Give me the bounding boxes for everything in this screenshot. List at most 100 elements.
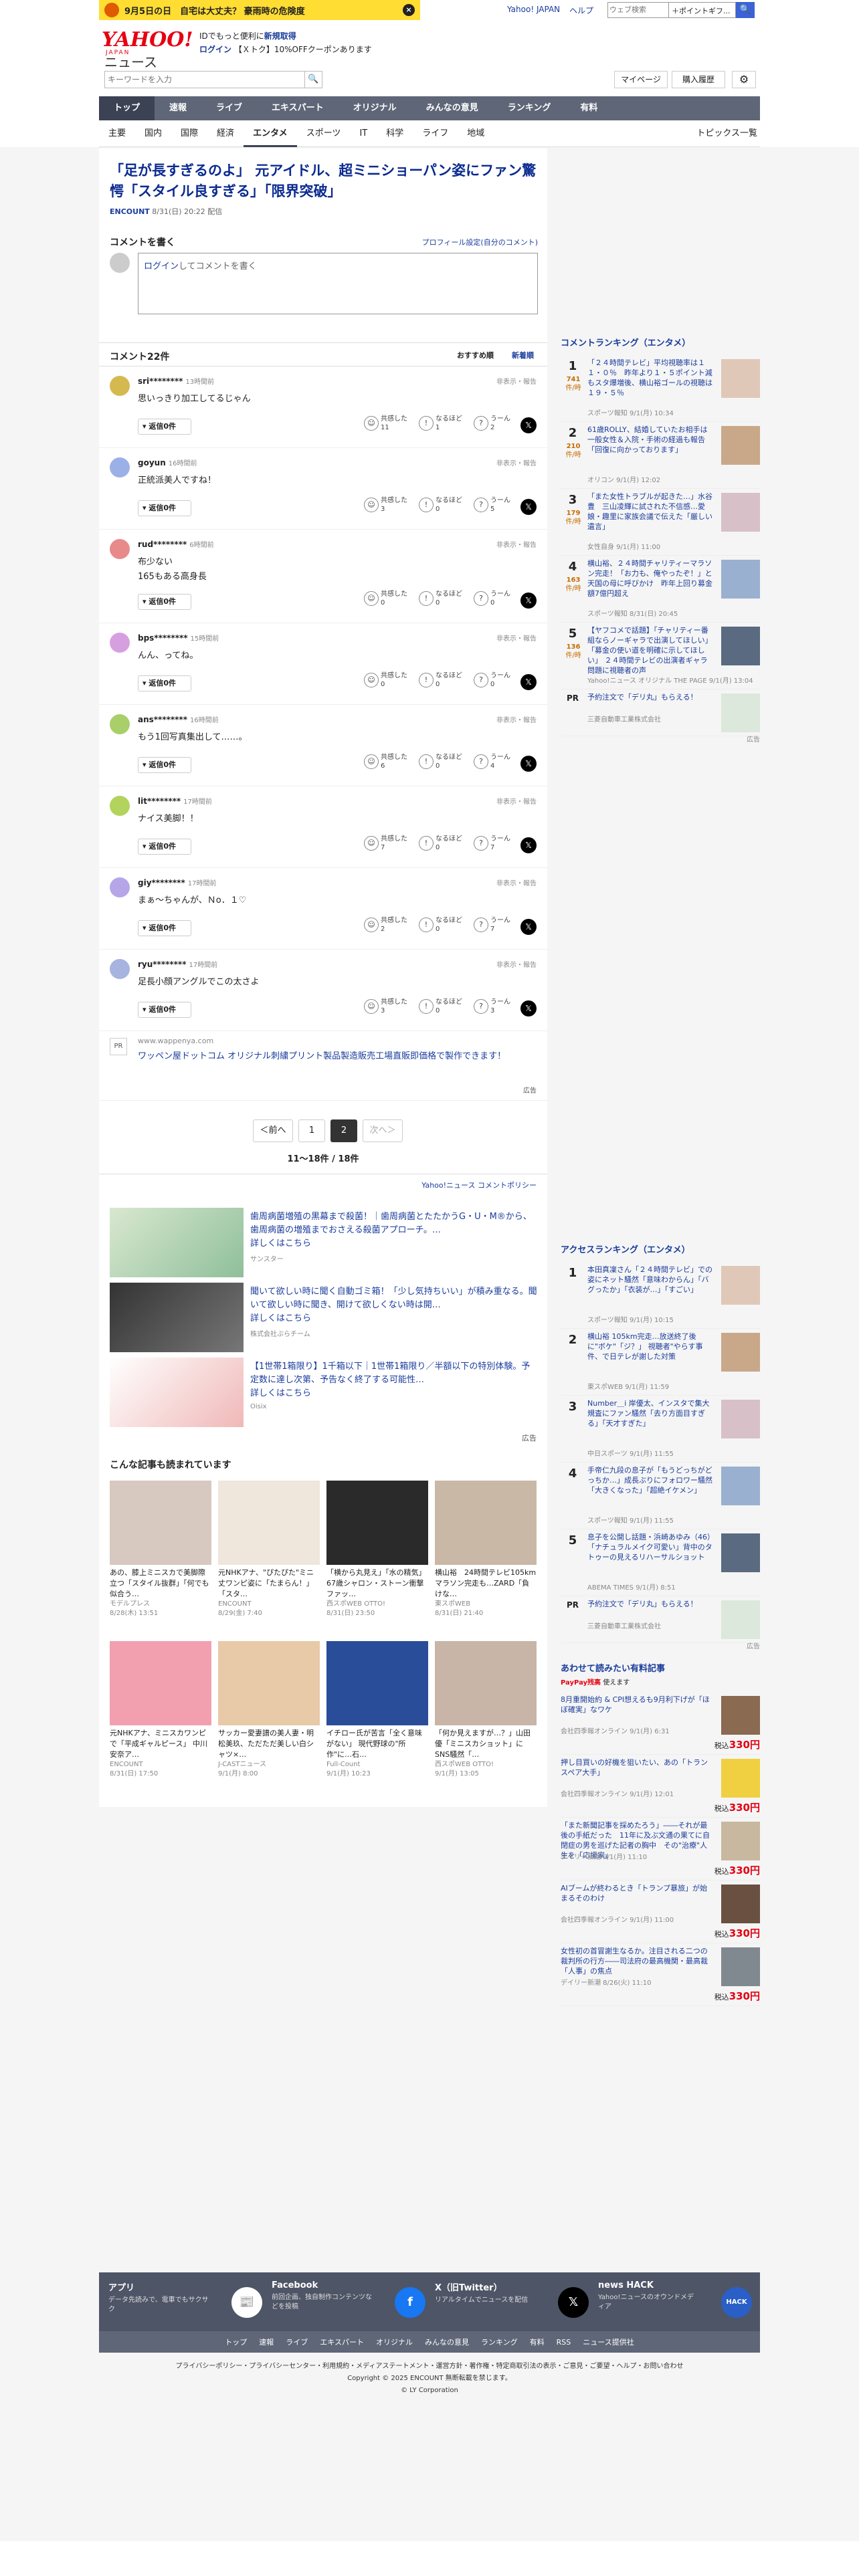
ranking-item[interactable]: 5 136 件/時 【ヤフコメで話題】「チャリティー番組ならノーギャラで出演してほしい…: [561, 623, 760, 689]
paid-item[interactable]: AIブームが終わるとき「トランプ暴旅」が始まるそのわけ 会社四季報オンライン 9/…: [561, 1881, 760, 1943]
ad-title[interactable]: 聞いて欲しい時に聞く自動ゴミ箱！「少し気持ちいい」が積み重なる。聞いて欲しい時に…: [250, 1285, 538, 1325]
reading-card[interactable]: サッカー愛妻譜の美人妻・明松美玖、ただただ美しい白シャツ×… J-CASTニュース…: [218, 1641, 320, 1788]
ad-title[interactable]: 【1世帯1箱限り】1千箱以下｜1世帯1箱限り／半額以下の特別体験。予定数に達し次…: [250, 1360, 538, 1400]
rank-title[interactable]: 横山裕、２４時間チャリティーマラソン完走！「お力も、俺やったぞ！」と天国の母に呼…: [587, 558, 713, 599]
ad-row[interactable]: 【1世帯1箱限り】1千箱以下｜1世帯1箱限り／半額以下の特別体験。予定数に達し次…: [110, 1358, 538, 1427]
comment-ranking-title[interactable]: コメントランキング（エンタメ）: [561, 336, 760, 348]
snav-entertainment[interactable]: エンタメ: [244, 120, 297, 147]
comment-user[interactable]: ans******** 16時間前: [138, 714, 219, 724]
reaction-uun-button[interactable]: ? うーん 3: [474, 998, 510, 1015]
gnav-expert[interactable]: エキスパート: [257, 96, 339, 120]
comment-user[interactable]: rud******** 6時間前: [138, 539, 214, 549]
reading-title[interactable]: 元NHKアナ、"ぴたぴた"ミニ丈ワンピ姿に「たまらん！」「スタ…: [218, 1568, 320, 1600]
promo-banner[interactable]: 9月5日の日 自宅は大丈夫？ 豪雨時の危険度 ×: [99, 0, 420, 20]
page-2-button[interactable]: 2: [330, 1119, 357, 1142]
ad-title[interactable]: 歯周病菌増殖の黒幕まで殺菌！｜歯周病菌とたたかうG・U・M®から、歯周病菌の増殖…: [250, 1210, 538, 1251]
snav-sports[interactable]: スポーツ: [297, 120, 351, 147]
rank-title[interactable]: 【ヤフコメで話題】「チャリティー番組ならノーギャラで出演してほしい」「募金の使い…: [587, 625, 713, 675]
yahoo-japan-link[interactable]: Yahoo! JAPAN: [507, 5, 560, 16]
close-icon[interactable]: ×: [403, 4, 415, 16]
side-pr-title[interactable]: 予約注文で「デリ丸」もらえる！: [587, 692, 713, 702]
reaction-naruhodo-button[interactable]: ! なるほど 0: [419, 496, 462, 514]
hide-report-link[interactable]: 非表示・報告: [496, 539, 537, 549]
register-link[interactable]: 新規取得: [264, 31, 296, 41]
hide-report-link[interactable]: 非表示・報告: [496, 457, 537, 467]
reading-title[interactable]: サッカー愛妻譜の美人妻・明松美玖、ただただ美しい白シャツ×…: [218, 1728, 320, 1760]
login-link[interactable]: ログイン: [199, 45, 231, 54]
ranking-item[interactable]: 1 本田真凜さん「２４時間テレビ」での姿にネット騒然「意味わからん」「バグったか」…: [561, 1262, 760, 1329]
gnav-ranking[interactable]: ランキング: [493, 96, 566, 120]
yahoo-news-logo[interactable]: YAHOO! ニュース JAPAN: [102, 28, 195, 70]
rank-title[interactable]: 「また女性トラブルが起きた…」水谷豊 三山凌輝に試された不信感…愛娘・趣里に家族…: [587, 492, 713, 532]
reaction-uun-button[interactable]: ? うーん 4: [474, 753, 510, 770]
reaction-naruhodo-button[interactable]: ! なるほど 0: [419, 590, 462, 607]
reading-card[interactable]: 元NHKアナ、"ぴたぴた"ミニ丈ワンピ姿に「たまらん！」「スタ… ENCOUNT 8…: [218, 1481, 320, 1628]
reaction-uun-button[interactable]: ? うーん 0: [474, 590, 510, 607]
access-ranking-title[interactable]: アクセスランキング（エンタメ）: [561, 1243, 760, 1255]
reading-card[interactable]: あの、膝上ミニスカで美脚際立つ「スタイル抜群」「何でも似合う… モデルプレス 8/2…: [110, 1481, 211, 1628]
comment-user[interactable]: sri******** 13時間前: [138, 376, 214, 386]
x-share-icon[interactable]: 𝕏: [520, 837, 537, 853]
reaction-uun-button[interactable]: ? うーん 7: [474, 916, 510, 934]
hide-report-link[interactable]: 非表示・報告: [496, 796, 537, 806]
snav-life[interactable]: ライフ: [413, 120, 458, 147]
ranking-item[interactable]: 3 Number＿i 岸優太、インスタで集大規査にファン騒然「去り方面目すぎる」「…: [561, 1396, 760, 1463]
footer-nav-item[interactable]: RSS: [557, 2338, 571, 2347]
reading-title[interactable]: あの、膝上ミニスカで美脚際立つ「スタイル抜群」「何でも似合う…: [110, 1568, 211, 1600]
rank-title[interactable]: 61歳ROLLY、結婚していたお相手は一般女性＆入院・手術の経過も報告「回復に向…: [587, 425, 713, 455]
ad-row[interactable]: 聞いて欲しい時に聞く自動ゴミ箱！「少し気持ちいい」が積み重なる。聞いて欲しい時に…: [110, 1283, 538, 1352]
footer-card[interactable]: X（旧Twitter） リアルタイムでニュースを配信 𝕏: [435, 2280, 595, 2327]
side-pr[interactable]: PR 予約注文で「デリ丸」もらえる！ 三菱自動車工業株式会社 広告: [561, 689, 760, 744]
rank-title[interactable]: 横山裕 105km完走…放送終了後に"ボケ"「ジ？」 視聴者"やらす事件、で日テ…: [587, 1331, 713, 1362]
rank-title[interactable]: Number＿i 岸優太、インスタで集大規査にファン騒然「去り方面目すぎる」「天…: [587, 1398, 713, 1428]
rank-title[interactable]: 息子を公開し話題・浜崎あゆみ（46）「ナチュラルメイク可愛い」背中のタトゥーの見…: [587, 1532, 713, 1562]
paid-item[interactable]: 8月重開始約 & CPI想えるも9月利下げが「ほぼ確実」なワケ 会社四季報オンライ…: [561, 1692, 760, 1755]
footer-nav-item[interactable]: エキスパート: [320, 2337, 364, 2347]
reply-button[interactable]: ▾ 返信0件: [138, 757, 191, 773]
topics-list-link[interactable]: トピックス一覧: [687, 120, 760, 147]
gnav-original[interactable]: オリジナル: [339, 96, 411, 120]
reaction-naruhodo-button[interactable]: ! なるほど 0: [419, 753, 462, 770]
reaction-kyokan-button[interactable]: ☺ 共感した 0: [364, 671, 407, 689]
paid-title[interactable]: あわせて読みたい有料記事: [561, 1661, 760, 1674]
reaction-kyokan-button[interactable]: ☺ 共感した 3: [364, 496, 407, 514]
reply-button[interactable]: ▾ 返信0件: [138, 839, 191, 855]
reaction-naruhodo-button[interactable]: ! なるほど 1: [419, 415, 462, 432]
snav-it[interactable]: IT: [350, 120, 377, 147]
x-share-icon[interactable]: 𝕏: [520, 756, 537, 772]
profile-settings-link[interactable]: プロフィール設定(自分のコメント): [422, 237, 538, 247]
gnav-opinion[interactable]: みんなの意見: [411, 96, 493, 120]
paid-item-title[interactable]: AIブームが終わるとき「トランプ暴旅」が始まるそのわけ: [561, 1883, 713, 1903]
article-source[interactable]: ENCOUNT: [110, 207, 150, 216]
hide-report-link[interactable]: 非表示・報告: [496, 633, 537, 643]
reading-title[interactable]: 横山裕 24時間テレビ105kmマラソン完走も…ZARD「負けな…: [435, 1568, 537, 1600]
reply-button[interactable]: ▾ 返信0件: [138, 594, 191, 610]
reaction-kyokan-button[interactable]: ☺ 共感した 2: [364, 916, 407, 934]
policy-links[interactable]: プライバシーポリシー・プライバシーセンター・利用規約・メディアステートメント・運…: [99, 2361, 760, 2373]
sort-newest[interactable]: 新着順: [512, 350, 534, 360]
reaction-uun-button[interactable]: ? うーん 2: [474, 415, 510, 432]
snav-world[interactable]: 国際: [171, 120, 207, 147]
x-share-icon[interactable]: 𝕏: [520, 593, 537, 609]
reaction-naruhodo-button[interactable]: ! なるほど 0: [419, 998, 462, 1015]
reaction-kyokan-button[interactable]: ☺ 共感した 6: [364, 753, 407, 770]
prev-button[interactable]: ＜前へ: [253, 1119, 293, 1142]
comment-user[interactable]: bps******** 15時間前: [138, 633, 219, 643]
reading-title[interactable]: 元NHKアナ、ミニスカワンピで「平成ギャルピース」 中川安奈ア…: [110, 1728, 211, 1760]
snav-economy[interactable]: 経済: [207, 120, 244, 147]
reaction-kyokan-button[interactable]: ☺ 共感した 3: [364, 998, 407, 1015]
comment-user[interactable]: goyun 16時間前: [138, 457, 197, 467]
hide-report-link[interactable]: 非表示・報告: [496, 376, 537, 386]
footer-card[interactable]: news HACK Yahoo!ニュースのオウンドメディア HACK: [598, 2280, 759, 2327]
search-select[interactable]: ＋ポイントギフ...: [669, 2, 736, 18]
keyword-input[interactable]: [104, 71, 305, 88]
comment-input[interactable]: ログインしてコメントを書く: [138, 253, 538, 314]
footer-nav-item[interactable]: 速報: [259, 2337, 274, 2347]
purchase-history-button[interactable]: 購入履歴: [672, 71, 725, 88]
search-icon[interactable]: 🔍: [736, 2, 755, 18]
paid-item[interactable]: 「また新聞記事を採めたろう」――それが最後の手紙だった 11年に及ぶ文通の果てに…: [561, 1818, 760, 1881]
help-link[interactable]: ヘルプ: [569, 5, 593, 16]
reading-card[interactable]: イチロー氏が苦言「全く意味がない」 現代野球の"所作"に…石… Full-Coun…: [326, 1641, 428, 1788]
snav-main[interactable]: 主要: [99, 120, 135, 147]
reading-card[interactable]: 元NHKアナ、ミニスカワンピで「平成ギャルピース」 中川安奈ア… ENCOUNT 8…: [110, 1641, 211, 1788]
